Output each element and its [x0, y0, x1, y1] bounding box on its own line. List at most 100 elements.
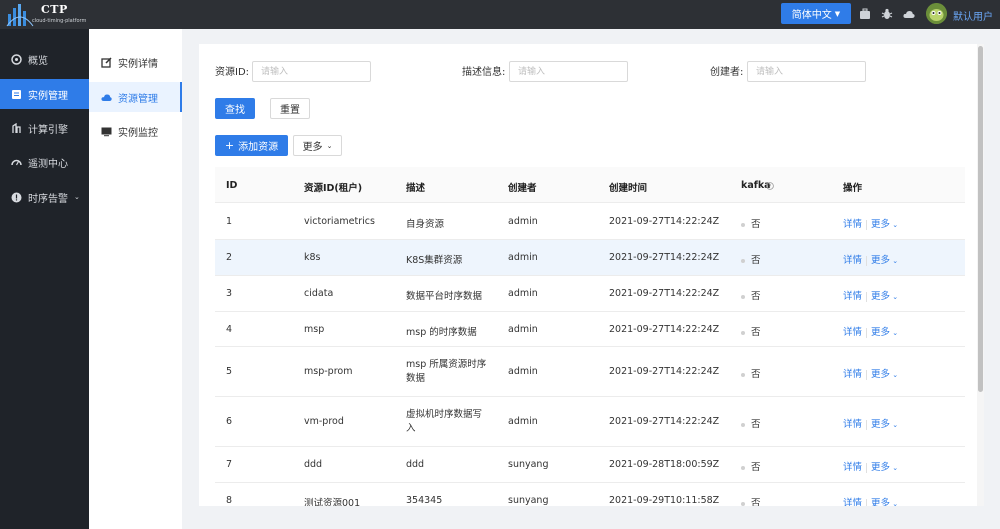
- more-link-label: 更多: [871, 462, 891, 473]
- cell-created-time: 2021-09-27T14:22:24Z: [609, 366, 720, 377]
- column-header: 创建时间: [609, 183, 648, 194]
- cell-id: 1: [226, 216, 233, 227]
- detail-link[interactable]: 详情: [843, 327, 862, 338]
- cell-actions: 详情 更多 ⌄: [843, 495, 898, 506]
- detail-link[interactable]: 详情: [843, 498, 862, 506]
- sidebar-item-engine[interactable]: 计算引擎: [0, 113, 89, 143]
- search-button-label: 查找: [225, 105, 245, 116]
- resource-id-input[interactable]: [252, 61, 371, 82]
- reset-button[interactable]: 重置: [270, 98, 310, 119]
- more-link[interactable]: 更多 ⌄: [871, 327, 898, 338]
- chevron-down-icon: ⌄: [890, 421, 899, 429]
- table-row[interactable]: 5 msp-prom msp 所属资源时序数据 admin 2021-09-27T14:…: [215, 347, 965, 397]
- user-name[interactable]: 默认用户: [953, 8, 993, 23]
- logo-subtitle: cloud-timing-platform: [32, 18, 87, 24]
- cell-creator: sunyang: [508, 459, 549, 470]
- more-link[interactable]: 更多 ⌄: [871, 291, 898, 302]
- top-bar: CTP cloud-timing-platform 简体中文 ▼ 默认用户: [0, 0, 1000, 29]
- avatar[interactable]: [926, 3, 947, 24]
- cell-creator: admin: [508, 288, 538, 299]
- sidebar-item-label: 实例管理: [28, 90, 68, 102]
- sidebar-item-label: 计算引擎: [28, 124, 68, 136]
- cell-actions: 详情 更多 ⌄: [843, 416, 898, 430]
- subnav-item-instance-monitor[interactable]: 实例监控: [89, 116, 182, 146]
- chevron-down-icon: ⌄: [326, 141, 333, 150]
- more-link-label: 更多: [871, 291, 891, 302]
- description-label: 描述信息:: [462, 67, 506, 78]
- detail-link[interactable]: 详情: [843, 369, 862, 380]
- table-row[interactable]: 2 k8s K8S集群资源 admin 2021-09-27T14:22:24Z 否 详情更…: [215, 240, 965, 276]
- cell-kafka: 否: [741, 459, 761, 473]
- more-link-label: 更多: [871, 369, 891, 380]
- cell-description: msp 所属资源时序数据: [406, 359, 487, 384]
- cell-kafka: 否: [741, 324, 761, 338]
- more-link-label: 更多: [871, 498, 891, 506]
- kafka-value: 否: [751, 369, 761, 380]
- instance-icon: [12, 89, 21, 99]
- table-row[interactable]: 3 cidata 数据平台时序数据 admin 2021-09-27T14:22:24Z…: [215, 276, 965, 312]
- more-link-label: 更多: [871, 255, 891, 266]
- kafka-value: 否: [751, 291, 761, 302]
- description-input[interactable]: [509, 61, 628, 82]
- more-dropdown-button[interactable]: 更多 ⌄: [293, 135, 342, 156]
- detail-link[interactable]: 详情: [843, 291, 862, 302]
- status-dot: [741, 330, 745, 335]
- subnav-item-instance-detail[interactable]: 实例详情: [89, 47, 182, 77]
- detail-link[interactable]: 详情: [843, 219, 862, 230]
- plus-icon: +: [224, 139, 235, 152]
- add-resource-button[interactable]: + 添加资源: [215, 135, 288, 156]
- more-link[interactable]: 更多 ⌄: [871, 219, 898, 230]
- logo[interactable]: CTP cloud-timing-platform: [6, 2, 102, 28]
- cell-actions: 详情 更多 ⌄: [843, 366, 898, 380]
- kafka-value: 否: [751, 462, 761, 473]
- detail-link[interactable]: 详情: [843, 419, 862, 430]
- divider: [866, 327, 868, 338]
- creator-input[interactable]: [747, 61, 866, 82]
- cell-resource-id: msp-prom: [304, 366, 353, 377]
- monitor-icon: [101, 127, 112, 136]
- divider: [866, 498, 868, 506]
- search-button[interactable]: 查找: [215, 98, 255, 119]
- cell-id: 3: [226, 288, 233, 299]
- table-row[interactable]: 7 ddd ddd sunyang 2021-09-28T18:00:59Z 否 详情 更多 …: [215, 447, 965, 483]
- subnav-item-resource-management[interactable]: 资源管理: [89, 82, 182, 112]
- bug-icon[interactable]: [881, 8, 893, 20]
- cell-description: 数据平台时序数据: [406, 291, 483, 302]
- sidebar-item-telemetry[interactable]: 遥测中心: [0, 147, 89, 177]
- more-link[interactable]: 更多 ⌄: [871, 462, 898, 473]
- help-icon[interactable]: ?: [766, 182, 774, 190]
- more-link[interactable]: 更多 ⌄: [871, 255, 898, 266]
- more-link[interactable]: 更多 ⌄: [871, 369, 898, 380]
- content-card: 资源ID: 描述信息: 创建者: 查找 重置 + 添加资源 更多 ⌄ ID 资源…: [199, 44, 984, 506]
- cell-id: 4: [226, 324, 233, 335]
- cell-id: 7: [226, 459, 233, 470]
- status-dot: [741, 258, 745, 263]
- chevron-down-icon: ▼: [834, 9, 841, 18]
- scrollbar-thumb[interactable]: [978, 46, 983, 392]
- column-header: ID: [226, 180, 238, 191]
- briefcase-icon[interactable]: [859, 8, 871, 20]
- more-link[interactable]: 更多 ⌄: [871, 419, 898, 430]
- table-row[interactable]: 4 msp msp 的时序数据 admin 2021-09-27T14:22:24Z 否 详…: [215, 312, 965, 347]
- sidebar-item-alerts[interactable]: 时序告警 ⌄: [0, 182, 89, 212]
- divider: [866, 219, 868, 230]
- column-header: 操作: [843, 183, 863, 194]
- dashboard-icon: [11, 53, 22, 65]
- more-link[interactable]: 更多 ⌄: [871, 498, 898, 506]
- detail-link[interactable]: 详情: [843, 462, 862, 473]
- table-row[interactable]: 8 测试资源001 354345 sunyang 2021-09-29T10:11:58…: [215, 483, 965, 506]
- cell-resource-id: k8s: [304, 252, 321, 263]
- sidebar-item-instances[interactable]: 实例管理: [0, 79, 89, 109]
- table-row[interactable]: 1 victoriametrics 自身资源 admin 2021-09-27T14:2…: [215, 204, 965, 240]
- language-select[interactable]: 简体中文 ▼: [781, 3, 851, 24]
- table-header: ID 资源ID(租户) 描述 创建者 创建时间 kafka ? 操作: [215, 167, 965, 203]
- column-header: 创建者: [508, 183, 537, 194]
- more-link-label: 更多: [871, 327, 891, 338]
- add-resource-label: 添加资源: [238, 142, 279, 153]
- cell-creator: admin: [508, 252, 538, 263]
- detail-link[interactable]: 详情: [843, 255, 862, 266]
- sidebar-item-overview[interactable]: 概览: [0, 44, 89, 74]
- table-row[interactable]: 6 vm-prod 虚拟机时序数据写入 admin 2021-09-27T14:22:2…: [215, 397, 965, 447]
- status-dot: [741, 501, 745, 506]
- cloud-icon[interactable]: [903, 8, 915, 20]
